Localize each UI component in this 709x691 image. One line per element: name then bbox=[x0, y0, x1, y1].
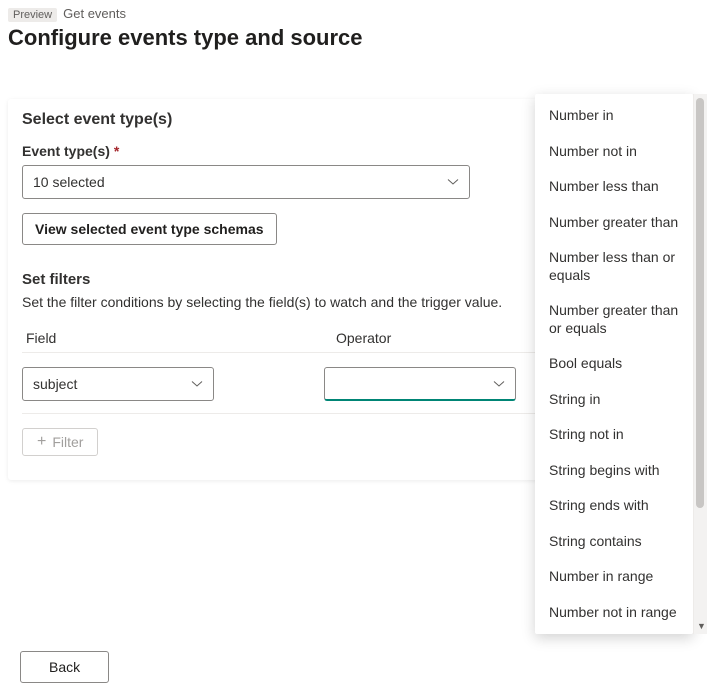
operator-option[interactable]: Number not in range bbox=[535, 595, 693, 631]
field-select[interactable]: subject bbox=[22, 367, 214, 401]
operator-option[interactable]: Number in bbox=[535, 98, 693, 134]
event-types-select[interactable]: 10 selected bbox=[22, 165, 470, 199]
operator-option[interactable]: Number in range bbox=[535, 559, 693, 595]
operator-dropdown-wrapper: Number inNumber not inNumber less thanNu… bbox=[535, 94, 707, 634]
required-indicator: * bbox=[114, 143, 119, 159]
operator-option[interactable]: String contains bbox=[535, 524, 693, 560]
back-button[interactable]: Back bbox=[20, 651, 109, 683]
breadcrumb: Preview Get events bbox=[8, 6, 701, 22]
event-types-value: 10 selected bbox=[33, 174, 105, 190]
event-types-label-text: Event type(s) bbox=[22, 143, 110, 159]
column-field-header: Field bbox=[26, 330, 226, 346]
operator-dropdown[interactable]: Number inNumber not inNumber less thanNu… bbox=[535, 94, 693, 634]
view-schemas-button[interactable]: View selected event type schemas bbox=[22, 213, 277, 245]
operator-select[interactable] bbox=[324, 367, 516, 401]
scroll-down-icon[interactable]: ▼ bbox=[697, 621, 706, 631]
scrollbar-track[interactable]: ▼ bbox=[693, 94, 707, 634]
preview-badge: Preview bbox=[8, 8, 57, 22]
operator-option[interactable]: Bool equals bbox=[535, 346, 693, 382]
operator-option[interactable]: Number greater than bbox=[535, 205, 693, 241]
operator-option[interactable]: Number not in bbox=[535, 134, 693, 170]
column-operator-header: Operator bbox=[336, 330, 391, 346]
chevron-down-icon bbox=[191, 378, 203, 390]
page-title: Configure events type and source bbox=[8, 25, 701, 51]
breadcrumb-step: Get events bbox=[63, 6, 126, 21]
field-select-value: subject bbox=[33, 376, 77, 392]
page-header: Preview Get events Configure events type… bbox=[0, 0, 709, 63]
operator-option[interactable]: Number less than or equals bbox=[535, 240, 693, 293]
chevron-down-icon bbox=[493, 378, 505, 390]
operator-option[interactable]: Number greater than or equals bbox=[535, 293, 693, 346]
operator-option[interactable]: String in bbox=[535, 382, 693, 418]
operator-option[interactable]: String begins with bbox=[535, 453, 693, 489]
chevron-down-icon bbox=[447, 176, 459, 188]
footer: Back bbox=[20, 651, 109, 683]
plus-icon: + bbox=[37, 434, 46, 450]
operator-option[interactable]: String not in bbox=[535, 417, 693, 453]
operator-option[interactable]: Number less than bbox=[535, 169, 693, 205]
scrollbar-thumb[interactable] bbox=[696, 98, 704, 508]
operator-option[interactable]: String ends with bbox=[535, 488, 693, 524]
add-filter-button[interactable]: + Filter bbox=[22, 428, 98, 456]
add-filter-label: Filter bbox=[52, 434, 83, 450]
